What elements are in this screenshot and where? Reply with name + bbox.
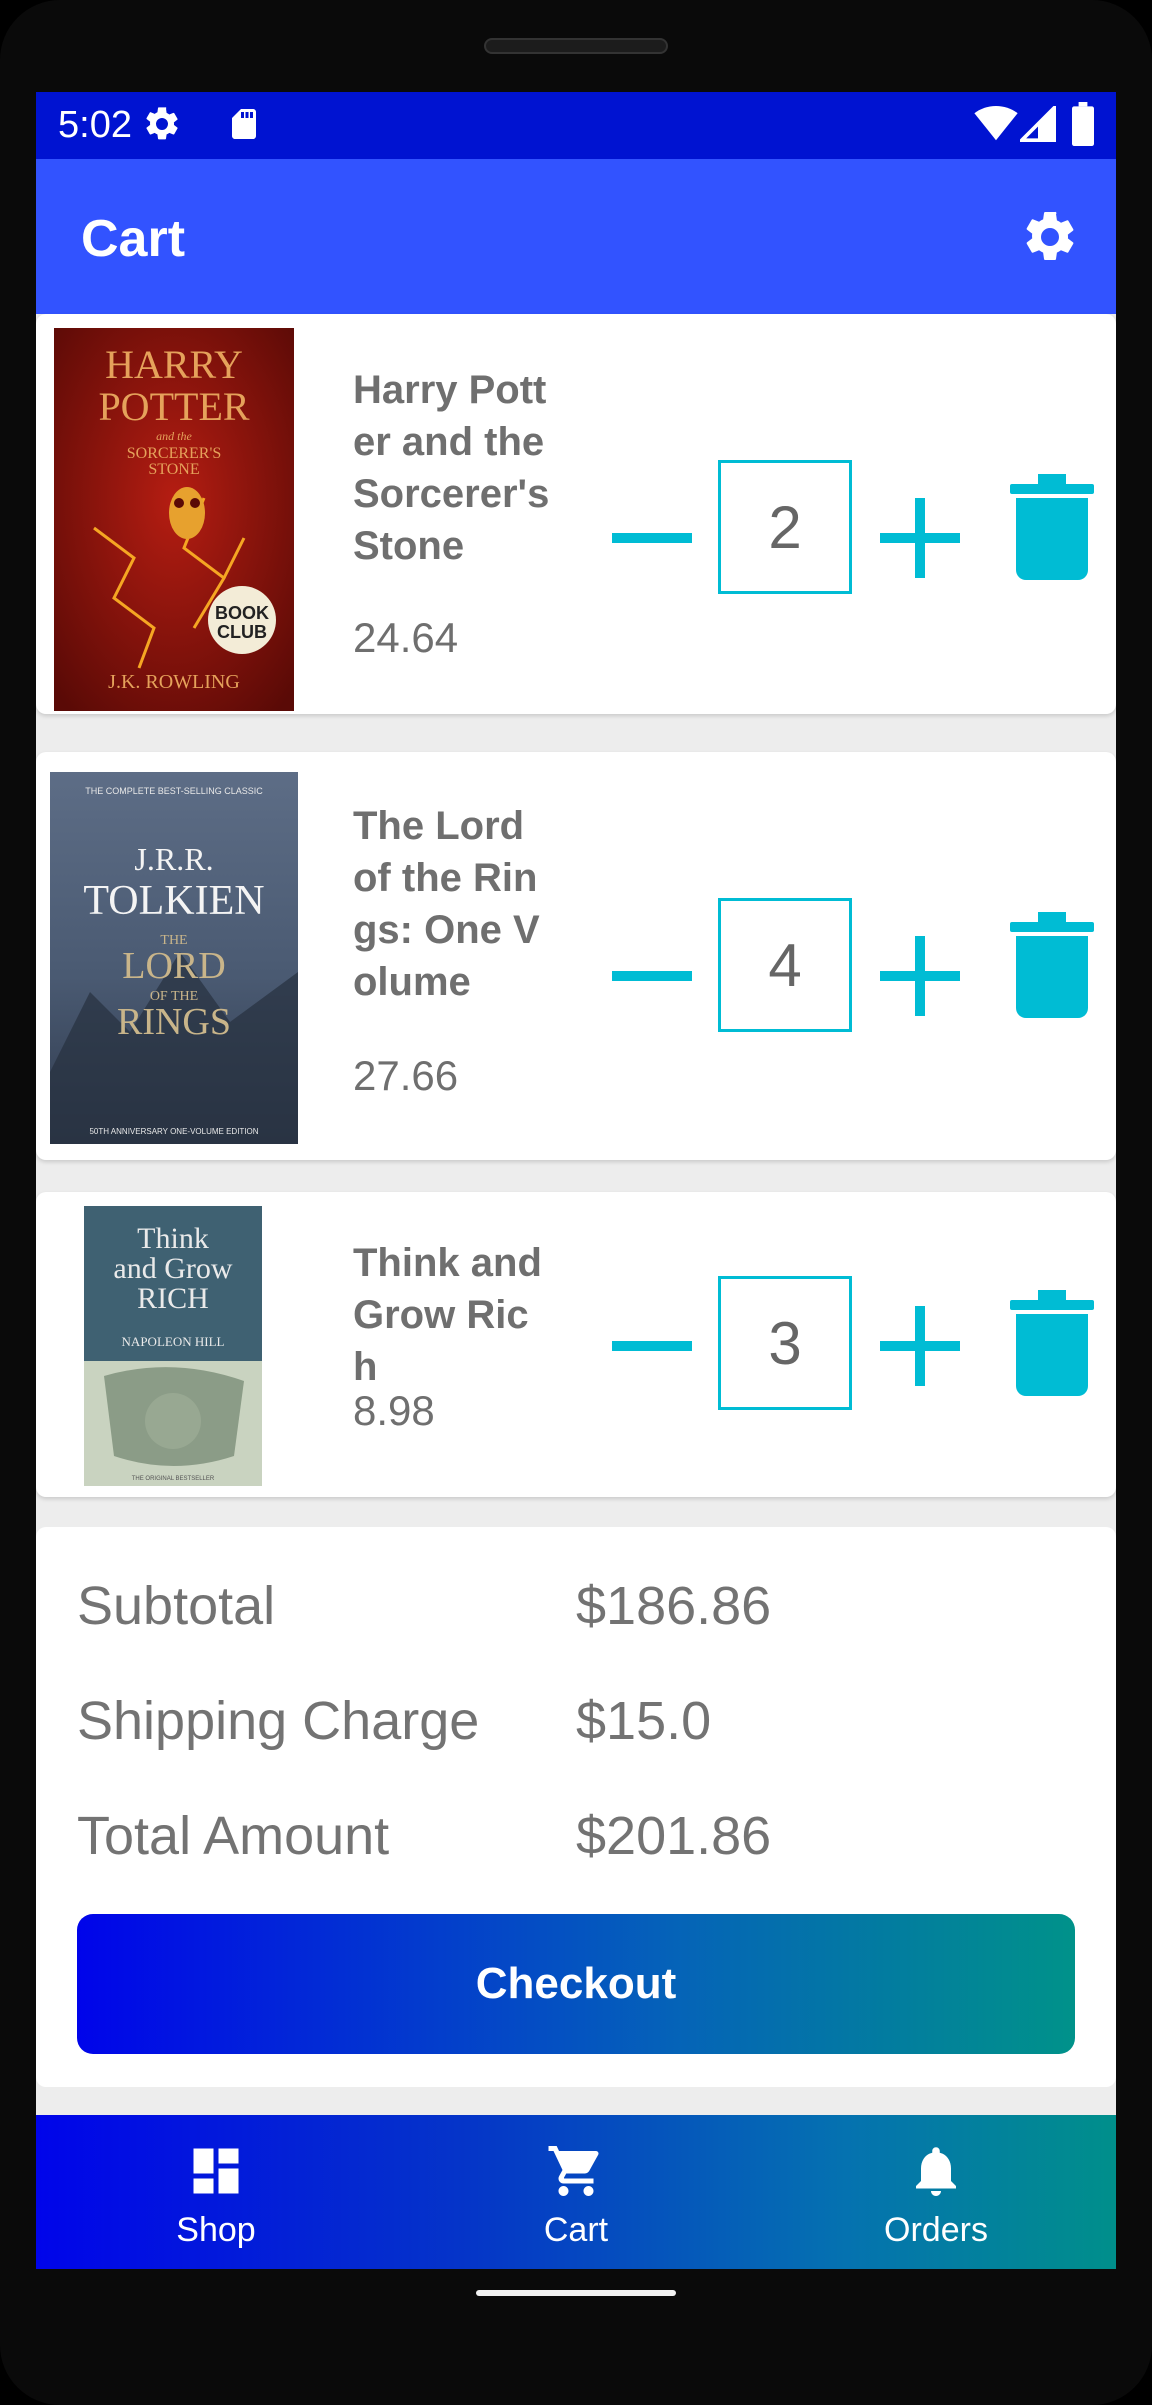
signal-icon: [1020, 106, 1056, 142]
screen: 5:02 Cart HARRY POTTER and the SORCERER'…: [36, 92, 1116, 2269]
decrease-quantity-button[interactable]: [610, 496, 694, 580]
dashboard-icon: [193, 2148, 239, 2194]
delete-trash-icon[interactable]: [1010, 1290, 1094, 1396]
nav-item-orders[interactable]: Orders: [756, 2115, 1116, 2269]
settings-gear-icon[interactable]: [1020, 207, 1080, 267]
shipping-value: $15.0: [576, 1691, 712, 1751]
svg-text:Think: Think: [137, 1222, 209, 1255]
item-price: 27.66: [353, 1052, 459, 1099]
checkout-button[interactable]: Checkout: [77, 1914, 1075, 2054]
item-title: Harry Potter and the Sorcerer's Stone: [353, 368, 550, 568]
nav-item-shop[interactable]: Shop: [36, 2115, 396, 2269]
delete-trash-icon[interactable]: [1010, 474, 1094, 580]
wifi-icon: [974, 106, 1018, 141]
nav-label: Orders: [884, 2211, 988, 2249]
status-time: 5:02: [58, 104, 132, 146]
svg-text:HARRY: HARRY: [105, 342, 243, 387]
total-value: $201.86: [576, 1806, 772, 1866]
cart-item-card: Think and Grow RICH NAPOLEON HILL THE OR…: [36, 1192, 1116, 1497]
svg-text:50TH ANNIVERSARY ONE-VOLUME ED: 50TH ANNIVERSARY ONE-VOLUME EDITION: [89, 1127, 258, 1136]
cart-item-card: THE COMPLETE BEST-SELLING CLASSIC J.R.R.…: [36, 752, 1116, 1160]
delete-trash-icon[interactable]: [1010, 912, 1094, 1018]
bell-icon: [916, 2147, 956, 2196]
increase-quantity-button[interactable]: [878, 934, 962, 1018]
item-title: Think and Grow Rich: [353, 1241, 542, 1389]
device-frame: 5:02 Cart HARRY POTTER and the SORCERER'…: [0, 0, 1152, 2405]
sd-card-icon: [232, 109, 256, 139]
shipping-label: Shipping Charge: [77, 1691, 480, 1751]
book-cover-image: HARRY POTTER and the SORCERER'S STONE BO…: [54, 328, 294, 711]
page-title: Cart: [81, 210, 186, 268]
app-bar: Cart: [36, 159, 1116, 314]
svg-text:RICH: RICH: [137, 1282, 209, 1315]
battery-icon: [1072, 102, 1094, 146]
book-cover-image: THE COMPLETE BEST-SELLING CLASSIC J.R.R.…: [50, 772, 298, 1144]
decrease-quantity-button[interactable]: [610, 934, 694, 1018]
svg-text:J.K. ROWLING: J.K. ROWLING: [108, 671, 240, 693]
svg-text:and the: and the: [156, 429, 192, 443]
nav-item-cart[interactable]: Cart: [396, 2115, 756, 2269]
status-bar: 5:02: [36, 92, 1116, 159]
svg-text:BOOK: BOOK: [215, 603, 269, 623]
nav-label: Cart: [543, 2211, 609, 2249]
item-price: 24.64: [353, 614, 459, 661]
book-cover-image: Think and Grow RICH NAPOLEON HILL THE OR…: [84, 1206, 262, 1486]
quantity-value[interactable]: 2: [718, 460, 852, 594]
item-title: The Lord of the Rings: One Volume: [353, 804, 540, 1004]
svg-text:THE ORIGINAL BESTSELLER: THE ORIGINAL BESTSELLER: [132, 1476, 215, 1482]
svg-text:TOLKIEN: TOLKIEN: [83, 878, 264, 924]
quantity-value[interactable]: 3: [718, 1276, 852, 1410]
svg-text:POTTER: POTTER: [98, 384, 249, 429]
increase-quantity-button[interactable]: [878, 496, 962, 580]
svg-text:and Grow: and Grow: [113, 1252, 232, 1285]
home-indicator[interactable]: [476, 2290, 676, 2296]
svg-text:LORD: LORD: [122, 945, 225, 987]
svg-text:RINGS: RINGS: [117, 1001, 231, 1043]
subtotal-value: $186.86: [576, 1576, 772, 1636]
cart-item-card: HARRY POTTER and the SORCERER'S STONE BO…: [36, 314, 1116, 714]
svg-text:SORCERER'S: SORCERER'S: [127, 445, 221, 462]
bottom-navigation: Shop Cart Orders: [36, 2115, 1116, 2269]
decrease-quantity-button[interactable]: [610, 1304, 694, 1388]
svg-text:J.R.R.: J.R.R.: [134, 841, 213, 877]
svg-text:NAPOLEON HILL: NAPOLEON HILL: [122, 1334, 225, 1349]
svg-text:STONE: STONE: [148, 461, 199, 478]
speaker-grille: [484, 38, 668, 54]
svg-text:CLUB: CLUB: [217, 622, 267, 642]
total-label: Total Amount: [77, 1806, 390, 1866]
cart-icon: [548, 2146, 599, 2196]
nav-label: Shop: [176, 2211, 256, 2249]
gear-status-icon: [146, 107, 178, 140]
item-price: 8.98: [353, 1387, 435, 1434]
quantity-value[interactable]: 4: [718, 898, 852, 1032]
increase-quantity-button[interactable]: [878, 1304, 962, 1388]
subtotal-label: Subtotal: [77, 1576, 276, 1636]
svg-text:THE COMPLETE BEST-SELLING CLAS: THE COMPLETE BEST-SELLING CLASSIC: [85, 786, 263, 796]
